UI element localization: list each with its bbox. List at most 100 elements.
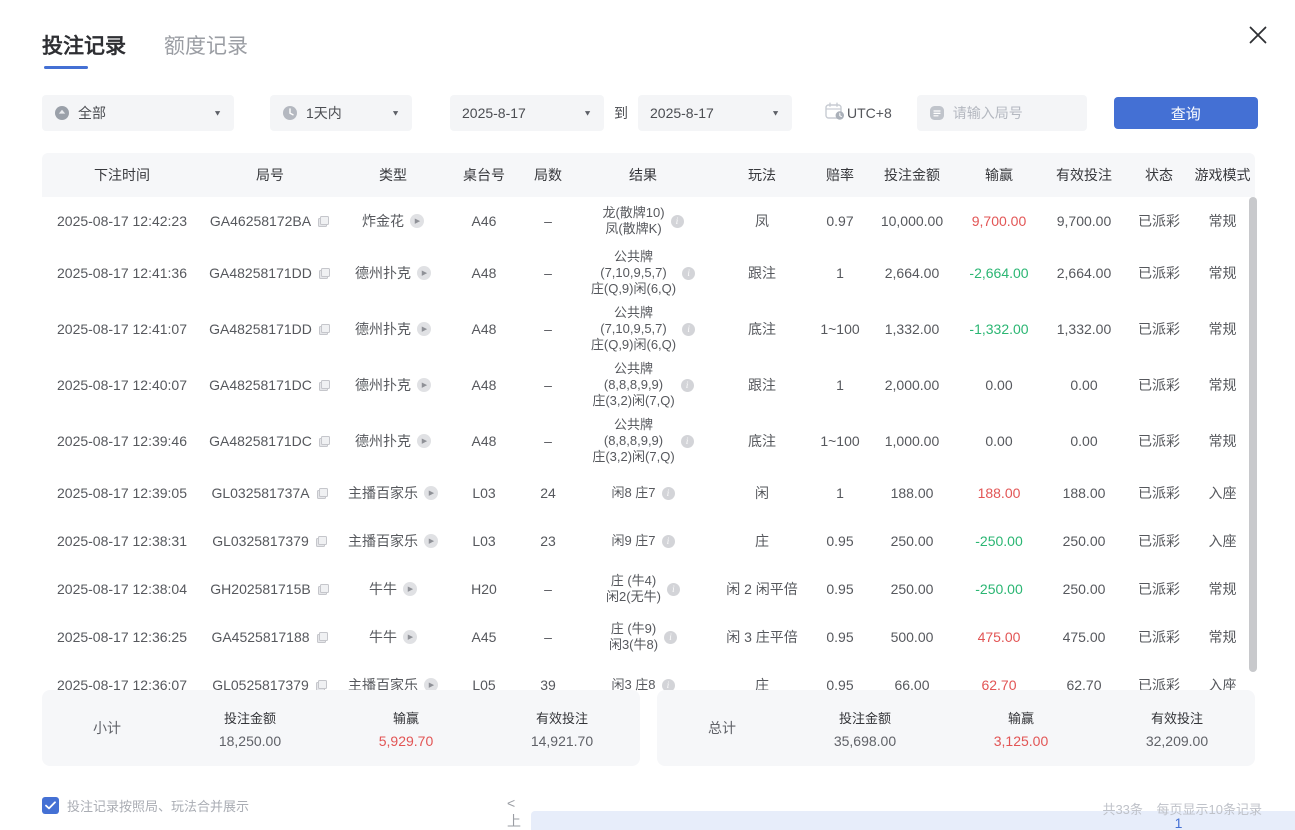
- tab-bar: 投注记录 额度记录: [42, 30, 248, 69]
- copy-icon[interactable]: [318, 323, 331, 336]
- column-header-8: 投注金额: [866, 165, 958, 185]
- info-icon[interactable]: i: [671, 215, 684, 228]
- column-header-9: 输赢: [958, 165, 1040, 185]
- column-header-10: 有效投注: [1040, 165, 1128, 185]
- copy-icon[interactable]: [315, 535, 328, 548]
- subtotal-valid: 有效投注 14,921.70: [484, 708, 640, 749]
- chevron-down-icon: ▼: [213, 109, 222, 118]
- date-to-dropdown[interactable]: 2025-8-17 ▼: [638, 95, 792, 131]
- table-row: 2025-08-17 12:41:07 GA48258171DD 德州扑克 ▶ …: [42, 301, 1255, 357]
- column-header-2: 类型: [338, 165, 448, 185]
- total-valid: 有效投注 32,209.00: [1099, 708, 1255, 749]
- category-dropdown[interactable]: 全部 ▼: [42, 95, 234, 131]
- column-header-11: 状态: [1128, 165, 1190, 185]
- date-from-dropdown[interactable]: 2025-8-17 ▼: [450, 95, 604, 131]
- column-header-1: 局号: [202, 165, 338, 185]
- subtotal-title: 小计: [42, 718, 172, 738]
- timezone-indicator: UTC+8: [825, 102, 892, 124]
- table-row: 2025-08-17 12:39:05 GL032581737A 主播百家乐 ▶…: [42, 469, 1255, 517]
- status-badge: 已派彩: [1128, 373, 1190, 398]
- table-row: 2025-08-17 12:39:46 GA48258171DC 德州扑克 ▶ …: [42, 413, 1255, 469]
- vertical-scrollbar[interactable]: [1249, 197, 1257, 672]
- total-winloss: 输赢 3,125.00: [943, 708, 1099, 749]
- table-header: 下注时间局号类型桌台号局数结果玩法赔率投注金额输赢有效投注状态游戏模式: [42, 153, 1255, 197]
- play-video-icon[interactable]: ▶: [403, 582, 417, 596]
- column-header-6: 玩法: [710, 165, 814, 185]
- records-table: 下注时间局号类型桌台号局数结果玩法赔率投注金额输赢有效投注状态游戏模式 2025…: [42, 153, 1255, 709]
- clock-icon: [282, 105, 298, 121]
- to-label: 到: [614, 103, 628, 123]
- copy-icon[interactable]: [318, 267, 331, 280]
- date-from-value: 2025-8-17: [462, 105, 526, 121]
- round-number-input[interactable]: [953, 105, 1073, 121]
- copy-icon[interactable]: [317, 583, 330, 596]
- info-icon[interactable]: i: [682, 323, 695, 336]
- copy-icon[interactable]: [316, 487, 329, 500]
- play-video-icon[interactable]: ▶: [424, 534, 438, 548]
- play-video-icon[interactable]: ▶: [424, 486, 438, 500]
- status-badge: 已派彩: [1128, 317, 1190, 342]
- record-count-info: 共33条 每页显示10条记录: [1092, 799, 1262, 818]
- table-row: 2025-08-17 12:41:36 GA48258171DD 德州扑克 ▶ …: [42, 245, 1255, 301]
- play-video-icon[interactable]: ▶: [403, 630, 417, 644]
- table-row: 2025-08-17 12:38:31 GL0325817379 主播百家乐 ▶…: [42, 517, 1255, 565]
- info-icon[interactable]: i: [681, 379, 694, 392]
- column-header-5: 结果: [576, 165, 710, 185]
- total-title: 总计: [657, 718, 787, 738]
- play-video-icon[interactable]: ▶: [417, 378, 431, 392]
- subtotal-card: 小计 投注金额 18,250.00 输赢 5,929.70 有效投注 14,92…: [42, 690, 640, 766]
- chevron-down-icon: ▼: [771, 109, 780, 118]
- column-header-7: 赔率: [814, 165, 866, 185]
- column-header-0: 下注时间: [42, 165, 202, 185]
- table-body: 2025-08-17 12:42:23 GA46258172BA 炸金花 ▶ A…: [42, 197, 1255, 709]
- status-badge: 已派彩: [1128, 481, 1190, 506]
- subtotal-bet: 投注金额 18,250.00: [172, 708, 328, 749]
- copy-icon[interactable]: [318, 435, 331, 448]
- status-badge: 已派彩: [1128, 577, 1190, 602]
- status-badge: 已派彩: [1128, 625, 1190, 650]
- column-header-4: 局数: [520, 165, 576, 185]
- subtotal-winloss: 输赢 5,929.70: [328, 708, 484, 749]
- status-badge: 已派彩: [1128, 429, 1190, 454]
- table-row: 2025-08-17 12:42:23 GA46258172BA 炸金花 ▶ A…: [42, 197, 1255, 245]
- column-header-3: 桌台号: [448, 165, 520, 185]
- merge-option: 投注记录按照局、玩法合并展示: [42, 796, 249, 815]
- total-count: 共33条: [1102, 802, 1142, 817]
- play-video-icon[interactable]: ▶: [417, 322, 431, 336]
- merge-label: 投注记录按照局、玩法合并展示: [67, 796, 249, 815]
- info-icon[interactable]: i: [681, 435, 694, 448]
- prev-page-button[interactable]: < 上页: [507, 795, 521, 830]
- info-icon[interactable]: i: [667, 583, 680, 596]
- chevron-down-icon: ▼: [391, 109, 400, 118]
- status-badge: 已派彩: [1128, 529, 1190, 554]
- summary-section: 小计 投注金额 18,250.00 输赢 5,929.70 有效投注 14,92…: [42, 690, 1255, 766]
- tab-betting-records[interactable]: 投注记录: [42, 30, 126, 69]
- chevron-down-icon: ▼: [583, 109, 592, 118]
- round-form-icon: [929, 105, 945, 121]
- info-icon[interactable]: i: [664, 631, 677, 644]
- table-row: 2025-08-17 12:38:04 GH202581715B 牛牛 ▶ H2…: [42, 565, 1255, 613]
- betting-records-modal: 投注记录 额度记录 全部 ▼ 1天内 ▼ 2025-8-17 ▼ 到 2025-…: [2, 0, 1295, 25]
- time-range-value: 1天内: [306, 103, 342, 123]
- total-card: 总计 投注金额 35,698.00 输赢 3,125.00 有效投注 32,20…: [657, 690, 1255, 766]
- info-icon[interactable]: i: [662, 487, 675, 500]
- play-video-icon[interactable]: ▶: [417, 266, 431, 280]
- tab-quota-records[interactable]: 额度记录: [164, 30, 248, 69]
- play-video-icon[interactable]: ▶: [417, 434, 431, 448]
- search-button[interactable]: 查询: [1114, 97, 1258, 129]
- column-header-12: 游戏模式: [1190, 165, 1255, 185]
- info-icon[interactable]: i: [662, 535, 675, 548]
- status-badge: 已派彩: [1128, 261, 1190, 286]
- close-icon[interactable]: [1247, 24, 1269, 46]
- play-video-icon[interactable]: ▶: [410, 214, 424, 228]
- table-row: 2025-08-17 12:36:25 GA4525817188 牛牛 ▶ A4…: [42, 613, 1255, 661]
- copy-icon[interactable]: [318, 379, 331, 392]
- copy-icon[interactable]: [317, 215, 330, 228]
- time-range-dropdown[interactable]: 1天内 ▼: [270, 95, 412, 131]
- info-icon[interactable]: i: [682, 267, 695, 280]
- round-search-field: [917, 95, 1087, 131]
- copy-icon[interactable]: [316, 631, 329, 644]
- date-to-value: 2025-8-17: [650, 105, 714, 121]
- total-bet: 投注金额 35,698.00: [787, 708, 943, 749]
- merge-checkbox[interactable]: [42, 797, 59, 814]
